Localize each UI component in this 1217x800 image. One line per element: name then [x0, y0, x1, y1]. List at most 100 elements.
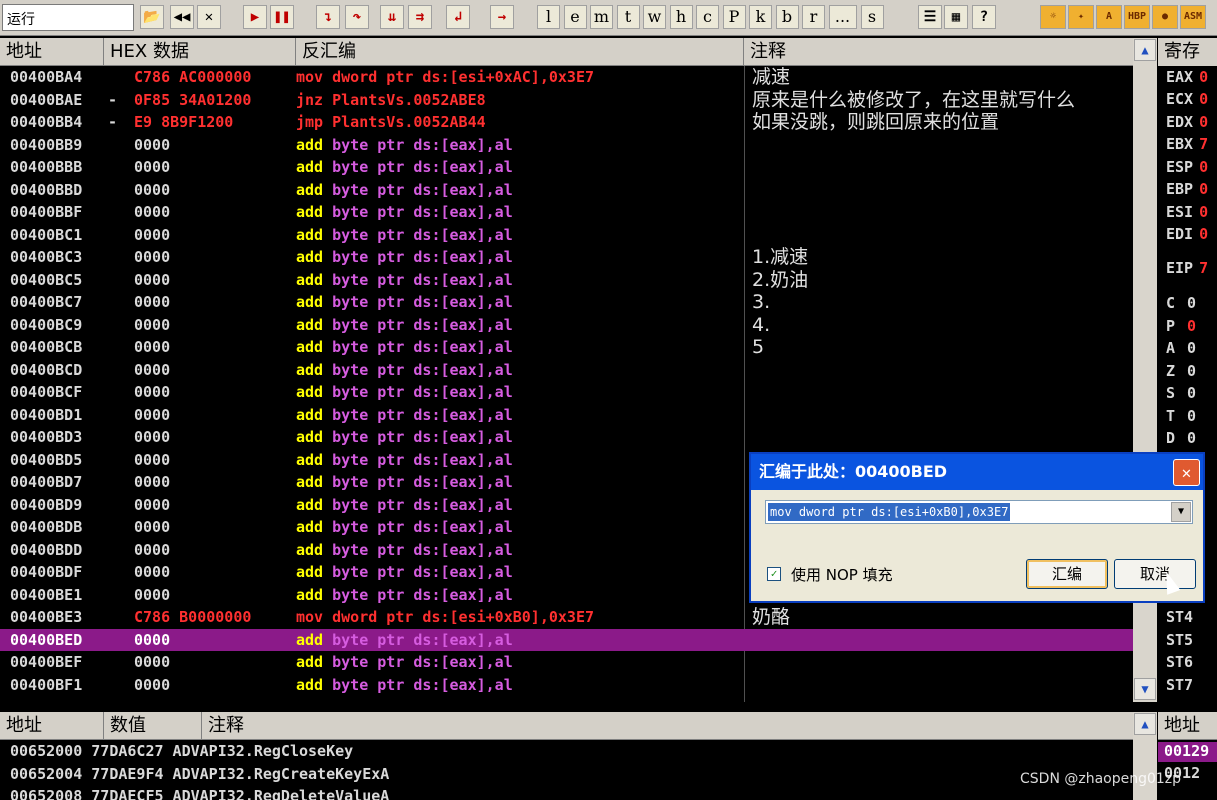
register-row[interactable]: ESI 0 [1166, 203, 1208, 221]
toolbar-run-button[interactable]: ▶ [243, 5, 267, 29]
disasm-row[interactable]: 00400BBB 0000 add byte ptr ds:[eax],al [0, 156, 1133, 179]
assemble-input-value[interactable]: mov dword ptr ds:[esi+0xB0],0x3E7 [768, 503, 1011, 521]
disasm-row[interactable]: 00400BC9 0000 add byte ptr ds:[eax],al 4. [0, 314, 1133, 337]
fpu-register[interactable]: ST6 [1166, 653, 1193, 671]
plugin-button[interactable]: ☼ [1040, 5, 1066, 29]
disasm-row[interactable]: 00400BA4 C786 AC000000 mov dword ptr ds:[e… [0, 66, 1133, 89]
disasm-row[interactable]: 00400BD1 0000 add byte ptr ds:[eax],al [0, 404, 1133, 427]
disasm-row[interactable]: 00400BBF 0000 add byte ptr ds:[eax],al [0, 201, 1133, 224]
stack-row[interactable]: 00129 [1158, 742, 1217, 762]
disasm-row[interactable]: 00400BC7 0000 add byte ptr ds:[eax],al 3. [0, 291, 1133, 314]
register-row[interactable]: EIP 7 [1166, 259, 1208, 277]
dump-column-value[interactable]: 数值 [104, 712, 202, 740]
toolbar-letter-button[interactable]: m [590, 5, 613, 29]
flag-row[interactable]: T0 [1166, 407, 1196, 425]
toolbar-trace-into-button[interactable]: ⇊ [380, 5, 404, 29]
toolbar-restart-button[interactable]: ◀◀ [170, 5, 194, 29]
toolbar-view-button[interactable]: ▦ [944, 5, 968, 29]
dump-scroll-up-button[interactable]: ▲ [1134, 713, 1156, 735]
close-icon[interactable]: ✕ [1173, 459, 1200, 486]
toolbar-letter-button[interactable]: r [802, 5, 825, 29]
fpu-register[interactable]: ST4 [1166, 608, 1193, 626]
register-row[interactable]: ESP 0 [1166, 158, 1208, 176]
column-comment[interactable]: 注释 [744, 38, 1133, 66]
flag-row[interactable]: P0 [1166, 317, 1196, 335]
register-row[interactable]: ECX 0 [1166, 90, 1208, 108]
stack-column-address[interactable]: 地址 [1158, 712, 1217, 740]
column-disassembly[interactable]: 反汇编 [296, 38, 744, 66]
toolbar-open-button[interactable]: 📂 [140, 5, 164, 29]
fpu-register[interactable]: ST5 [1166, 631, 1193, 649]
toolbar-letter-button[interactable]: P [722, 5, 746, 29]
register-row[interactable]: EDI 0 [1166, 225, 1208, 243]
flag-row[interactable]: S0 [1166, 384, 1196, 402]
dump-row[interactable]: 00652004 77DAE9F4 ADVAPI32.RegCreateKeyE… [10, 765, 389, 783]
register-row[interactable]: EDX 0 [1166, 113, 1208, 131]
dump-row[interactable]: 00652008 77DAECF5 ADVAPI32.RegDeleteValu… [10, 787, 389, 800]
disasm-row[interactable]: 00400BED 0000 add byte ptr ds:[eax],al [0, 628, 1133, 651]
toolbar-letter-button[interactable]: k [749, 5, 772, 29]
toolbar-trace-over-button[interactable]: ⇉ [408, 5, 432, 29]
dump-row[interactable]: 00652000 77DA6C27 ADVAPI32.RegCloseKey [10, 742, 353, 760]
toolbar-pause-button[interactable]: ❚❚ [270, 5, 294, 29]
scroll-down-button[interactable]: ▼ [1134, 678, 1156, 700]
toolbar-letter-button[interactable]: w [643, 5, 666, 29]
disasm-row[interactable]: 00400BC5 0000 add byte ptr ds:[eax],al 2.奶油 [0, 269, 1133, 292]
row-opcode: add [296, 158, 324, 176]
plugin-button[interactable]: HBP [1124, 5, 1150, 29]
plugin-button[interactable]: ASM [1180, 5, 1206, 29]
disasm-row[interactable]: 00400BB9 0000 add byte ptr ds:[eax],al [0, 134, 1133, 157]
disasm-row[interactable]: 00400BBD 0000 add byte ptr ds:[eax],al [0, 179, 1133, 202]
column-hex[interactable]: HEX 数据 [104, 38, 296, 66]
disasm-row[interactable]: 00400BCD 0000 add byte ptr ds:[eax],al [0, 359, 1133, 382]
chevron-down-icon[interactable]: ▼ [1171, 502, 1191, 522]
assemble-button[interactable]: 汇编 [1026, 559, 1108, 589]
dump-pane[interactable]: 00652000 77DA6C27 ADVAPI32.RegCloseKey 00… [0, 740, 1133, 800]
disasm-row[interactable]: 00400BCF 0000 add byte ptr ds:[eax],al [0, 381, 1133, 404]
plugin-button[interactable]: ● [1152, 5, 1178, 29]
toolbar-step-into-button[interactable]: ↴ [316, 5, 340, 29]
scroll-up-button[interactable]: ▲ [1134, 39, 1156, 61]
disasm-row[interactable]: 00400BC1 0000 add byte ptr ds:[eax],al [0, 224, 1133, 247]
dump-column-comment[interactable]: 注释 [202, 712, 1133, 740]
disasm-row[interactable]: 00400BCB 0000 add byte ptr ds:[eax],al 5 [0, 336, 1133, 359]
disasm-row[interactable]: 00400BC3 0000 add byte ptr ds:[eax],al 1.减速 [0, 246, 1133, 269]
disassembly-pane[interactable]: 00400BA4 C786 AC000000 mov dword ptr ds:[e… [0, 66, 1133, 702]
toolbar-step-over-button[interactable]: ↷ [345, 5, 369, 29]
toolbar-letter-button[interactable]: h [669, 5, 693, 29]
toolbar-view-button[interactable]: ? [972, 5, 996, 29]
toolbar-close-button[interactable]: ✕ [197, 5, 221, 29]
cancel-button[interactable]: 取消 [1114, 559, 1196, 589]
flag-row[interactable]: Z0 [1166, 362, 1196, 380]
nop-fill-checkbox[interactable]: ✓ [767, 567, 781, 581]
toolbar-goto-button[interactable]: → [490, 5, 514, 29]
flag-row[interactable]: A0 [1166, 339, 1196, 357]
column-address[interactable]: 地址 [0, 38, 104, 66]
toolbar-letter-button[interactable]: t [616, 5, 640, 29]
disasm-row[interactable]: 00400BE3 C786 B0000000 mov dword ptr ds:[e… [0, 606, 1133, 629]
register-row[interactable]: EBX 7 [1166, 135, 1208, 153]
toolbar-letter-button[interactable]: ... [828, 5, 857, 29]
register-row[interactable]: EAX 0 [1166, 68, 1208, 86]
toolbar-till-return-button[interactable]: ↲ [446, 5, 470, 29]
fpu-register[interactable]: ST7 [1166, 676, 1193, 694]
plugin-button[interactable]: A [1096, 5, 1122, 29]
dump-column-address[interactable]: 地址 [0, 712, 104, 740]
toolbar-letter-button[interactable]: b [775, 5, 799, 29]
toolbar-letter-button[interactable]: e [563, 5, 587, 29]
toolbar-view-button[interactable]: ☰ [918, 5, 942, 29]
flag-row[interactable]: C0 [1166, 294, 1196, 312]
stack-pane[interactable]: 00129 0012 [1158, 740, 1217, 800]
disasm-row[interactable]: 00400BD3 0000 add byte ptr ds:[eax],al [0, 426, 1133, 449]
toolbar-letter-button[interactable]: s [860, 5, 884, 29]
toolbar-letter-button[interactable]: c [696, 5, 719, 29]
toolbar-letter-button[interactable]: l [537, 5, 560, 29]
flag-row[interactable]: D0 [1166, 429, 1196, 447]
plugin-button[interactable]: ✦ [1068, 5, 1094, 29]
disasm-row[interactable]: 00400BF1 0000 add byte ptr ds:[eax],al [0, 674, 1133, 697]
disasm-row[interactable]: 00400BAE -0F85 34A01200 jnz PlantsVs.0052A… [0, 89, 1133, 112]
assemble-input[interactable]: mov dword ptr ds:[esi+0xB0],0x3E7 ▼ [765, 500, 1193, 524]
disasm-row[interactable]: 00400BEF 0000 add byte ptr ds:[eax],al [0, 651, 1133, 674]
disasm-row[interactable]: 00400BB4 - E9 8B9F1200 jmp PlantsVs.0052AB4… [0, 111, 1133, 134]
register-row[interactable]: EBP 0 [1166, 180, 1208, 198]
